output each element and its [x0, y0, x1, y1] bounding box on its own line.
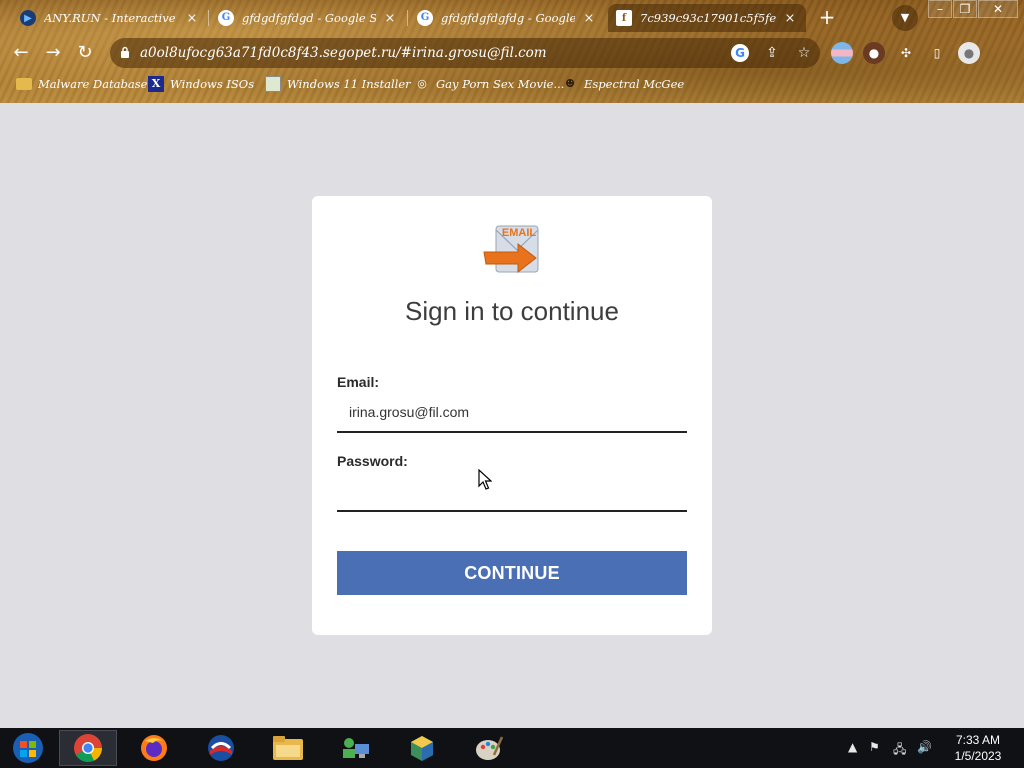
back-arrow-icon[interactable]: ← [9, 41, 33, 65]
avatar-icon: ☻ [565, 77, 575, 90]
google-icon: G [218, 10, 234, 26]
tab-strip: ▶ ANY.RUN - Interactive O × G gfdgdfgfdg… [0, 0, 1024, 34]
network-status-icon[interactable]: 🖧 [893, 740, 906, 761]
tab-separator [407, 10, 408, 26]
email-field[interactable] [337, 393, 687, 433]
mouse-cursor-icon [478, 469, 492, 490]
bookmark-label: Espectral McGee [584, 77, 685, 91]
bookmark-label: Windows 11 Installer [287, 77, 411, 91]
system-clock[interactable]: 7:33 AM 1/5/2023 [940, 732, 1016, 764]
profile-icon[interactable]: ● [958, 42, 980, 64]
google-icon: G [417, 10, 433, 26]
tab-close-icon[interactable]: × [382, 11, 398, 26]
tab-google-search-2[interactable]: G gfdgfdgfdgfdg - Google S × [409, 4, 605, 32]
page-icon: f [616, 10, 632, 26]
password-label: Password: [337, 453, 408, 469]
tab-separator [208, 10, 209, 26]
browser-toolbar: ← → ↻ a0ol8ufocg63a71fd0c8f43.segopet.ru… [0, 36, 1024, 70]
bookmark-espectral-mcgee[interactable]: ☻ Espectral McGee [562, 74, 684, 94]
taskbar-chrome[interactable] [59, 730, 117, 766]
tab-search-chevron-icon[interactable]: ▼ [892, 5, 918, 31]
tab-title: ANY.RUN - Interactive O [44, 11, 178, 25]
tab-close-icon[interactable]: × [782, 11, 798, 26]
tab-title: gfdgdfgfdgd - Google Sea [242, 11, 376, 25]
network-icon [343, 738, 369, 758]
show-hidden-icons-icon[interactable]: ▲ [848, 740, 857, 754]
bookmark-label: Windows ISOs [170, 77, 255, 91]
chrome-icon [74, 734, 102, 762]
obama-icon [208, 735, 234, 761]
taskbar: ▲ ⚑ 🖧 🔊 7:33 AM 1/5/2023 [0, 728, 1024, 768]
action-center-flag-icon[interactable]: ⚑ [869, 740, 880, 754]
taskbar-app[interactable] [192, 730, 250, 766]
tab-close-icon[interactable]: × [581, 11, 597, 26]
reload-icon[interactable]: ↻ [73, 41, 97, 65]
bookmark-site[interactable]: ◎ Gay Porn Sex Movie... [414, 74, 564, 94]
tab-google-search-1[interactable]: G gfdgdfgfdgd - Google Sea × [210, 4, 406, 32]
taskbar-network[interactable] [326, 730, 384, 766]
start-button[interactable] [6, 731, 50, 765]
bookmark-star-icon[interactable]: ☆ [788, 45, 820, 61]
email-label: Email: [337, 374, 380, 390]
browser-chrome: ▶ ANY.RUN - Interactive O × G gfdgdfgfdg… [0, 0, 1024, 103]
x-logo-icon: X [148, 76, 164, 92]
image-icon [265, 76, 281, 92]
volume-icon[interactable]: 🔊 [917, 740, 932, 754]
bookmark-malware-database[interactable]: Malware Database [16, 74, 147, 94]
extensions-puzzle-icon[interactable]: ✣ [895, 42, 917, 64]
password-field[interactable] [337, 472, 687, 512]
close-window-icon[interactable]: ✕ [978, 0, 1018, 18]
tab-title: gfdgfdgfdgfdg - Google S [441, 11, 575, 25]
paint-icon [476, 736, 504, 760]
svg-text:EMAIL: EMAIL [502, 227, 537, 239]
restore-icon[interactable]: ❐ [953, 0, 977, 18]
folder-icon [16, 78, 32, 90]
forward-arrow-icon[interactable]: → [41, 41, 65, 65]
page-title: Sign in to continue [405, 296, 619, 326]
extension-flag-icon[interactable] [831, 42, 853, 64]
extension-avatar-icon[interactable]: ● [863, 42, 885, 64]
url-text[interactable]: a0ol8ufocg63a71fd0c8f43.segopet.ru/#irin… [140, 45, 724, 61]
file-explorer-icon [273, 736, 303, 760]
site-icon: ◎ [417, 77, 427, 90]
start-icon [13, 733, 43, 763]
taskbar-paint[interactable] [460, 730, 518, 766]
tab-anyrun[interactable]: ▶ ANY.RUN - Interactive O × [12, 4, 208, 32]
anyrun-icon: ▶ [20, 10, 36, 26]
bookmark-label: Gay Porn Sex Movie... [436, 77, 565, 91]
bookmark-windows-isos[interactable]: X Windows ISOs [148, 74, 254, 94]
taskbar-firefox[interactable] [125, 730, 183, 766]
lock-icon[interactable] [110, 46, 140, 61]
side-panel-icon[interactable]: ▯ [926, 42, 948, 64]
bookmark-label: Malware Database [38, 77, 148, 91]
firefox-icon [141, 735, 167, 761]
continue-button[interactable]: CONTINUE [337, 551, 687, 595]
bookmark-windows-11-installer[interactable]: Windows 11 Installer [265, 74, 411, 94]
new-tab-button[interactable]: + [815, 6, 839, 30]
address-bar[interactable]: a0ol8ufocg63a71fd0c8f43.segopet.ru/#irin… [110, 38, 820, 68]
clock-date: 1/5/2023 [954, 749, 1002, 763]
taskbar-file-explorer[interactable] [259, 730, 317, 766]
clock-time: 7:33 AM [955, 733, 1001, 747]
google-lens-icon[interactable]: G [724, 44, 756, 62]
tab-phishing-page[interactable]: f 7c939c93c17901c5f5fee × [608, 4, 806, 32]
tab-close-icon[interactable]: × [184, 11, 200, 26]
bookmarks-bar: Malware Database X Windows ISOs Windows … [0, 72, 1024, 96]
page-content: EMAIL Sign in to continue Email: Passwor… [0, 103, 1024, 728]
taskbar-winrar[interactable] [393, 730, 451, 766]
tab-title: 7c939c93c17901c5f5fee [640, 11, 776, 25]
share-icon[interactable]: ⇪ [756, 45, 788, 61]
minimize-icon[interactable]: – [928, 0, 952, 18]
email-logo-icon: EMAIL [483, 225, 539, 274]
winrar-icon [411, 736, 433, 761]
login-card: EMAIL Sign in to continue Email: Passwor… [312, 196, 712, 635]
